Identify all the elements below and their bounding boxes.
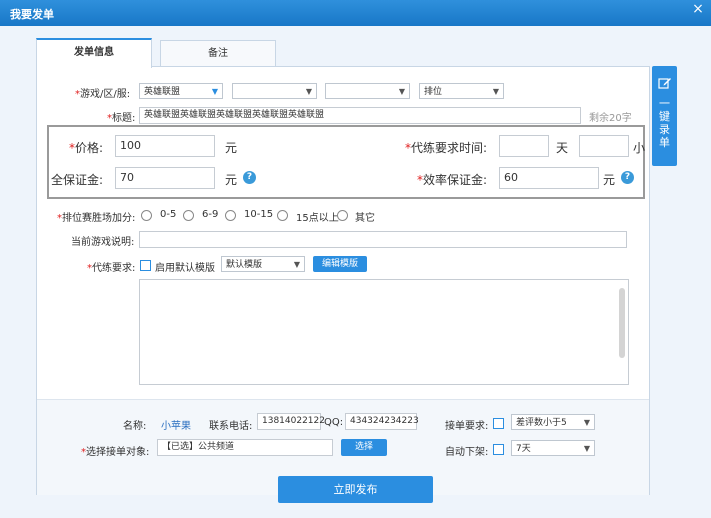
title-remaining: 剩余20字 [589, 113, 632, 124]
game-label: *游戏/区/服: [75, 89, 131, 100]
accept-requirement-checkbox[interactable] [493, 418, 504, 429]
deposit-unit: 元 [225, 173, 238, 187]
window-title: 我要发单 [10, 8, 54, 21]
chevron-down-icon: ▼ [398, 87, 405, 96]
qq-label: QQ: [324, 417, 344, 428]
day-unit: 天 [556, 141, 569, 155]
target-label: *选择接单对象: [81, 447, 150, 458]
efficiency-deposit-unit: 元 [603, 173, 616, 187]
qq-input[interactable]: 434324234223 [345, 413, 419, 430]
auto-off-select[interactable]: 7天 ▼ [511, 440, 595, 456]
accept-requirement-label: 接单要求: [445, 421, 489, 432]
auto-off-checkbox[interactable] [493, 444, 504, 455]
radio-bonus-6-9[interactable] [183, 210, 194, 221]
template-select[interactable]: 默认模版 ▼ [221, 256, 305, 272]
chevron-down-icon: ▼ [293, 260, 300, 269]
game-desc-input[interactable] [139, 231, 627, 248]
chevron-down-icon: ▼ [583, 444, 590, 453]
radio-bonus-other[interactable] [337, 210, 348, 221]
hours-input[interactable] [579, 135, 629, 157]
price-label: *价格: [69, 141, 104, 155]
help-icon[interactable]: ? [243, 171, 256, 184]
chevron-down-icon: ▼ [492, 87, 499, 96]
server-select[interactable]: ▼ [325, 83, 410, 99]
name-label: 名称: [123, 421, 147, 432]
close-icon[interactable]: × [685, 0, 711, 18]
title-label: *标题: [107, 113, 136, 124]
title-input[interactable]: 英雄联盟英雄联盟英雄联盟英雄联盟英雄联盟 [139, 107, 581, 124]
deposit-label: 全保证金: [51, 173, 104, 187]
radio-bonus-10-15[interactable] [225, 210, 236, 221]
quick-entry-label: 一键录单 [659, 97, 670, 149]
quick-entry-button[interactable]: 一键录单 [652, 66, 677, 166]
tab-notes[interactable]: 备注 [160, 40, 276, 67]
efficiency-deposit-input[interactable]: 60 [499, 167, 599, 189]
choose-button[interactable]: 选择 [341, 439, 387, 456]
game-select[interactable]: 英雄联盟 ▼ [139, 83, 223, 99]
rank-select[interactable]: 排位 ▼ [419, 83, 504, 99]
help-icon[interactable]: ? [621, 171, 634, 184]
bonus-option: 其它 [355, 213, 375, 224]
deposit-input[interactable]: 70 [115, 167, 215, 189]
bonus-label: *排位赛胜场加分: [57, 213, 136, 224]
bonus-option: 15点以上 [296, 213, 339, 224]
requirement-textarea[interactable] [139, 279, 629, 385]
zone-select[interactable]: ▼ [232, 83, 317, 99]
game-desc-label: 当前游戏说明: [71, 237, 135, 248]
efficiency-deposit-label: *效率保证金: [417, 173, 488, 187]
dialog-body: 发单信息 备注 *游戏/区/服: 英雄联盟 ▼ ▼ ▼ 排位 ▼ *标题: 英雄联盟… [0, 26, 711, 518]
chevron-down-icon: ▼ [305, 87, 312, 96]
requirement-label: *代练要求: [87, 263, 136, 274]
target-input[interactable]: 【已选】公共频道 [157, 439, 333, 456]
use-template-checkbox[interactable] [140, 260, 151, 271]
phone-input[interactable]: 13814022122 [257, 413, 325, 430]
scrollbar[interactable] [619, 288, 625, 358]
price-unit: 元 [225, 141, 238, 155]
use-template-label: 启用默认模版 [155, 263, 215, 274]
price-input[interactable]: 100 [115, 135, 215, 157]
edit-template-button[interactable]: 编辑模版 [313, 256, 367, 272]
form-panel: *游戏/区/服: 英雄联盟 ▼ ▼ ▼ 排位 ▼ *标题: 英雄联盟英雄联盟英雄联盟… [36, 66, 650, 495]
hour-unit: 小 [633, 141, 646, 155]
chevron-down-icon: ▼ [211, 87, 218, 96]
title-bar: 我要发单 × [0, 0, 711, 26]
publish-button[interactable]: 立即发布 [278, 476, 433, 503]
name-value: 小苹果 [161, 421, 191, 432]
bonus-option: 0-5 [160, 209, 177, 220]
chevron-down-icon: ▼ [583, 418, 590, 427]
radio-bonus-15plus[interactable] [277, 210, 288, 221]
bonus-option: 10-15 [244, 209, 274, 220]
auto-off-label: 自动下架: [445, 447, 489, 458]
radio-bonus-0-5[interactable] [141, 210, 152, 221]
bonus-option: 6-9 [202, 209, 219, 220]
days-input[interactable] [499, 135, 549, 157]
time-label: *代练要求时间: [405, 141, 488, 155]
edit-icon [657, 78, 671, 89]
accept-requirement-select[interactable]: 差评数小于5 ▼ [511, 414, 595, 430]
phone-label: 联系电话: [209, 421, 253, 432]
tab-order-info[interactable]: 发单信息 [36, 38, 152, 68]
